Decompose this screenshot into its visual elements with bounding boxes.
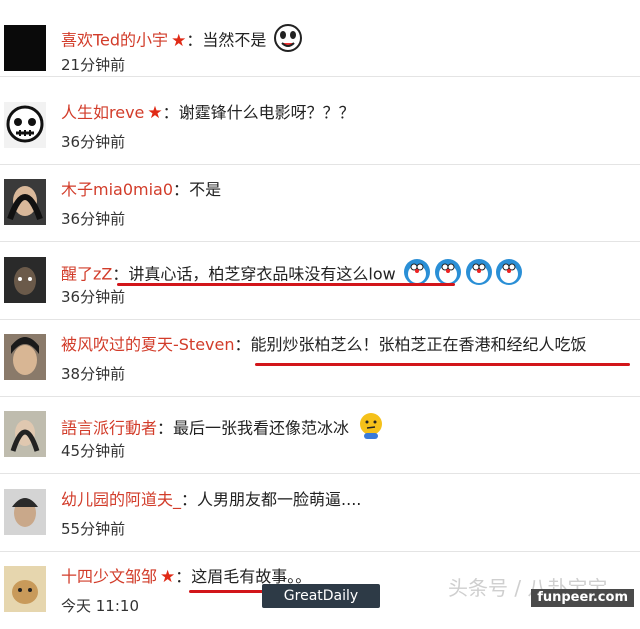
username[interactable]: 幼儿园的阿道夫_ — [61, 490, 181, 509]
vip-star-icon: ★ — [160, 567, 176, 587]
username[interactable]: 醒了zZ — [61, 265, 112, 284]
avatar[interactable] — [4, 334, 46, 380]
greatdaily-badge: GreatDaily — [262, 584, 380, 608]
separator: ： — [112, 264, 129, 284]
timestamp: 21分钟前 — [61, 56, 126, 74]
comment-item: 醒了zZ：讲真心话，柏芝穿衣品味没有这么low 36分钟前 — [0, 243, 640, 320]
comment-text: 人男朋友都一脸萌逼.... — [197, 490, 362, 509]
comment-line: 被风吹过的夏天-Steven：能别炒张柏芝么！张柏芝正在香港和经纪人吃饭 — [61, 334, 587, 356]
separator: ： — [162, 103, 179, 122]
emoticon-face-icon — [273, 23, 303, 59]
separator: ： — [181, 490, 198, 509]
timestamp: 55分钟前 — [61, 520, 126, 538]
timestamp: 36分钟前 — [61, 210, 126, 228]
comment-item: 語言派行動者：最后一张我看还像范冰冰 45分钟前 — [0, 397, 640, 474]
vip-star-icon: ★ — [171, 30, 187, 51]
avatar[interactable] — [4, 489, 46, 535]
comment-item: 木子mia0mia0：不是 36分钟前 — [0, 165, 640, 242]
separator: ： — [173, 180, 190, 199]
timestamp: 今天 11:10 — [61, 597, 139, 615]
avatar[interactable] — [4, 25, 46, 71]
comment-line: 木子mia0mia0：不是 — [61, 179, 221, 201]
comment-text: 能别炒张柏芝么！张柏芝正在香港和经纪人吃饭 — [250, 335, 587, 354]
username[interactable]: 人生如reve — [61, 103, 144, 122]
separator: ： — [157, 418, 174, 438]
username[interactable]: 喜欢Ted的小宇 — [61, 31, 168, 50]
avatar[interactable] — [4, 257, 46, 303]
comment-text: 讲真心话，柏芝穿衣品味没有这么low — [128, 264, 396, 284]
comment-line: 人生如reve ★：谢霆锋什么电影呀？？？ — [61, 102, 355, 124]
comment-text: 最后一张我看还像范冰冰 — [173, 418, 350, 438]
comment-list: 喜欢Ted的小宇 ★：当然不是 21分钟前 人生如reve ★：谢霆锋什么电影呀… — [0, 0, 640, 615]
avatar[interactable] — [4, 566, 46, 612]
site-watermark: funpeer.com — [531, 589, 634, 607]
doraemon-face-icon — [403, 257, 523, 293]
username[interactable]: 木子mia0mia0 — [61, 180, 173, 199]
timestamp: 45分钟前 — [61, 442, 126, 460]
comment-line: 喜欢Ted的小宇 ★：当然不是 — [61, 23, 303, 59]
avatar[interactable] — [4, 102, 46, 148]
comment-line: 幼儿园的阿道夫_：人男朋友都一脸萌逼.... — [61, 489, 361, 511]
avatar[interactable] — [4, 179, 46, 225]
username[interactable]: 語言派行動者 — [61, 419, 157, 438]
skull-icon — [6, 105, 44, 143]
username[interactable]: 十四少文邹邹 — [61, 567, 157, 586]
timestamp: 36分钟前 — [61, 133, 126, 151]
comment-item: 喜欢Ted的小宇 ★：当然不是 21分钟前 — [0, 0, 640, 77]
comment-line: 醒了zZ：讲真心话，柏芝穿衣品味没有这么low — [61, 257, 523, 293]
timestamp: 36分钟前 — [61, 288, 126, 306]
separator: ： — [186, 30, 203, 50]
comment-item: 被风吹过的夏天-Steven：能别炒张柏芝么！张柏芝正在香港和经纪人吃饭 38分… — [0, 320, 640, 397]
vip-star-icon: ★ — [147, 103, 163, 123]
red-underline — [117, 283, 455, 286]
separator: ： — [234, 335, 251, 354]
comment-text: 谢霆锋什么电影呀？？？ — [178, 103, 355, 122]
comment-text: 当然不是 — [202, 30, 267, 50]
comment-item: 人生如reve ★：谢霆锋什么电影呀？？？ 36分钟前 — [0, 88, 640, 165]
thinking-face-icon — [356, 411, 386, 447]
comment-text: 不是 — [189, 180, 222, 199]
username[interactable]: 被风吹过的夏天-Steven — [61, 335, 235, 354]
timestamp: 38分钟前 — [61, 365, 126, 383]
avatar[interactable] — [4, 411, 46, 457]
red-underline — [255, 363, 630, 366]
separator: ： — [175, 567, 192, 586]
comment-item: 幼儿园的阿道夫_：人男朋友都一脸萌逼.... 55分钟前 — [0, 475, 640, 552]
